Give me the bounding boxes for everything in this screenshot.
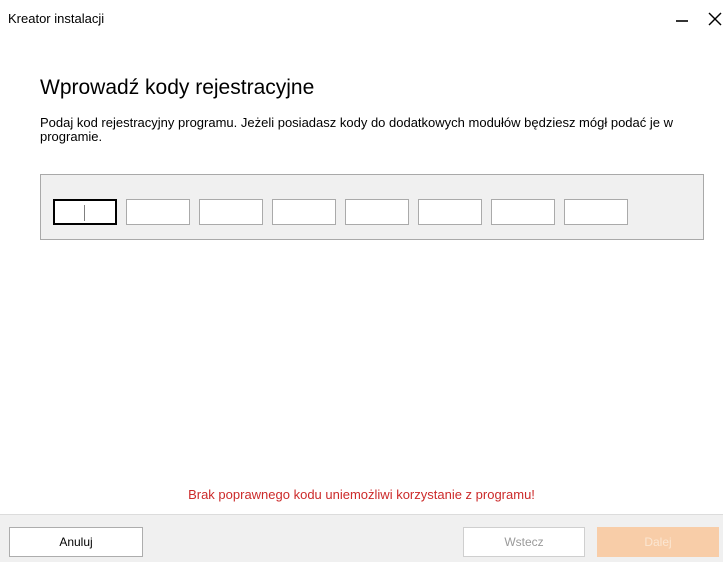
code-field-1[interactable] (53, 199, 117, 225)
footer-bar: Anuluj Wstecz Dalej (0, 514, 723, 562)
page-heading: Wprowadź kody rejestracyjne (40, 76, 315, 99)
minimize-button[interactable] (664, 0, 700, 38)
next-button[interactable]: Dalej (597, 527, 719, 557)
close-icon (708, 12, 722, 26)
page-description: Podaj kod rejestracyjny programu. Jeżeli… (40, 115, 674, 144)
cancel-button[interactable]: Anuluj (9, 527, 143, 557)
window-title: Kreator instalacji (8, 11, 105, 26)
minimize-icon (676, 20, 688, 22)
code-field-6[interactable] (418, 199, 482, 225)
registration-code-panel (40, 174, 704, 240)
back-button[interactable]: Wstecz (463, 527, 585, 557)
code-field-3[interactable] (199, 199, 263, 225)
warning-message: Brak poprawnego kodu uniemożliwi korzyst… (188, 487, 535, 502)
code-field-8[interactable] (564, 199, 628, 225)
close-button[interactable] (697, 0, 723, 38)
installer-window: Kreator instalacji Wprowadź kody rejestr… (0, 0, 723, 562)
code-field-7[interactable] (491, 199, 555, 225)
title-bar: Kreator instalacji (0, 0, 723, 38)
code-field-5[interactable] (345, 199, 409, 225)
code-field-4[interactable] (272, 199, 336, 225)
code-field-2[interactable] (126, 199, 190, 225)
